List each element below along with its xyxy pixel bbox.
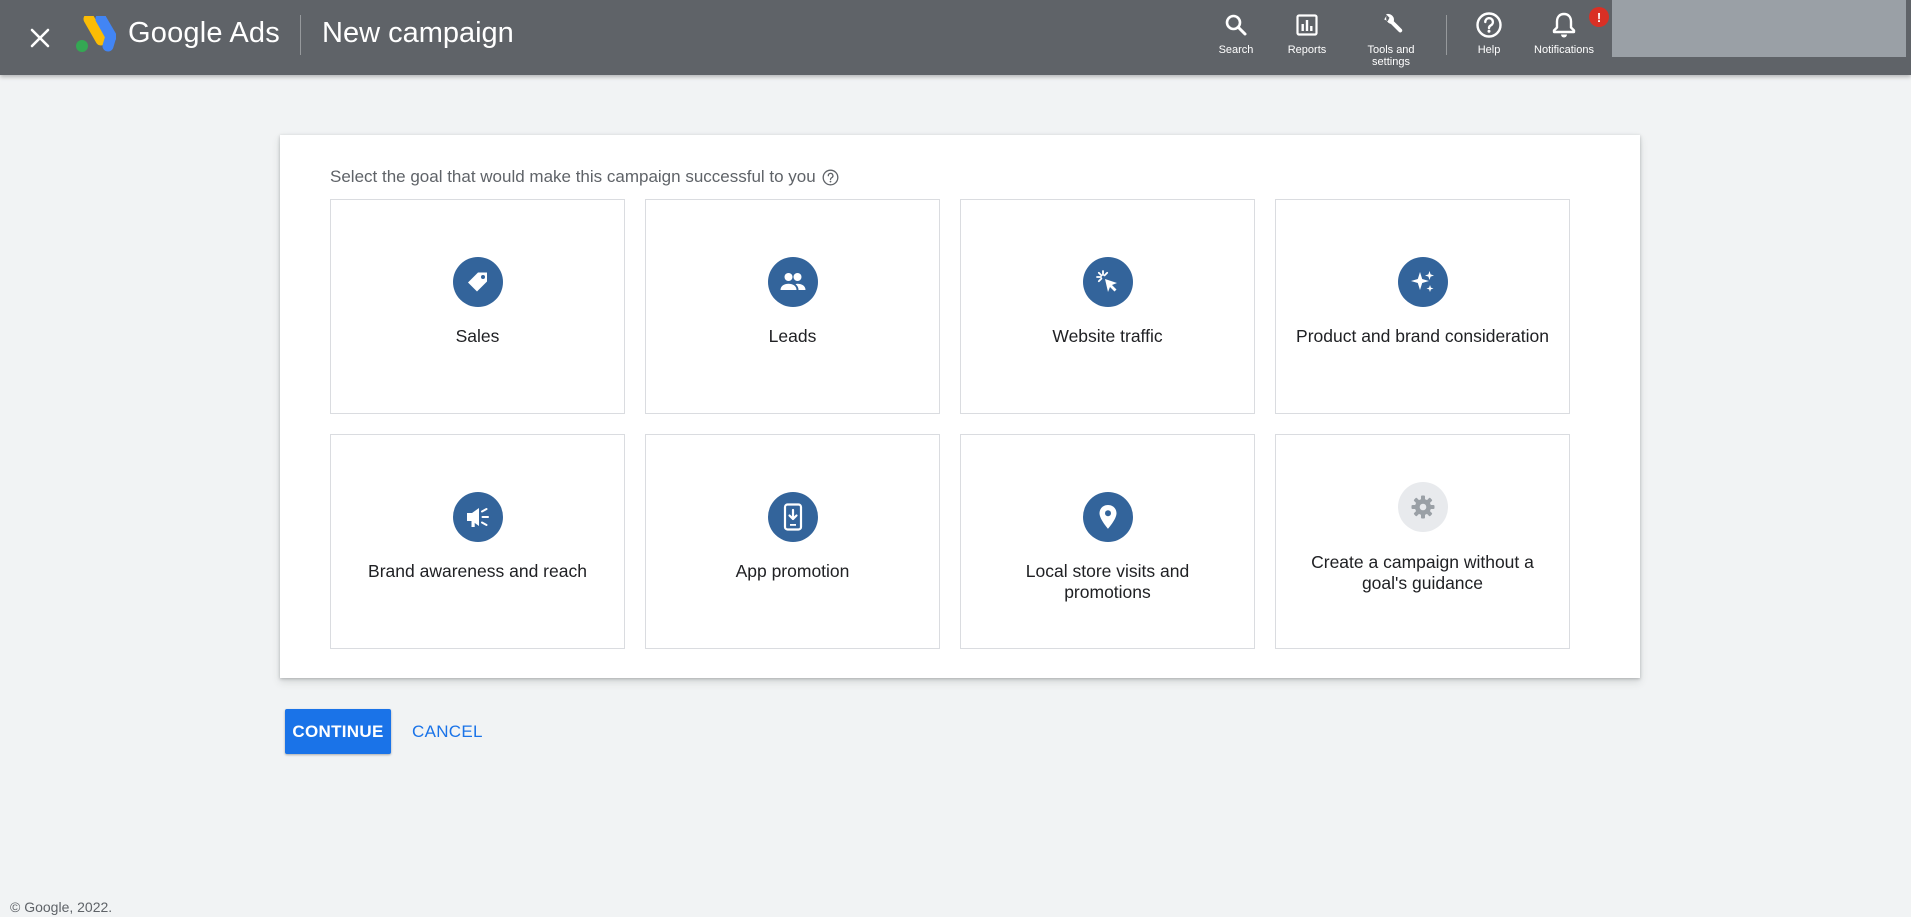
reports-icon (1292, 10, 1322, 40)
google-ads-logo-icon (76, 16, 116, 52)
tools-settings-button[interactable]: Tools and settings (1355, 10, 1427, 72)
goal-label: Local store visits and promotions (1025, 561, 1190, 602)
notification-badge: ! (1589, 7, 1609, 27)
goal-option-brand-awareness[interactable]: Brand awareness and reach (330, 434, 625, 649)
goal-option-app-promotion[interactable]: App promotion (645, 434, 940, 649)
goal-label: Sales (455, 326, 500, 346)
reports-label: Reports (1287, 44, 1327, 56)
bell-icon: ! (1549, 7, 1609, 40)
goal-option-sales[interactable]: Sales (330, 199, 625, 414)
megaphone-icon (452, 492, 503, 542)
brand-name: Google Ads (128, 17, 280, 49)
reports-button[interactable]: Reports (1271, 10, 1343, 72)
notifications-label: Notifications (1534, 44, 1594, 56)
wrench-icon (1376, 10, 1406, 40)
goal-label: Product and brand consideration (1296, 326, 1549, 346)
goal-prompt: Select the goal that would make this cam… (330, 167, 839, 187)
goal-option-product-brand-consideration[interactable]: Product and brand consideration (1275, 199, 1570, 414)
location-pin-icon (1082, 492, 1133, 542)
continue-button[interactable]: CONTINUE (285, 709, 391, 754)
help-button[interactable]: Help (1453, 10, 1525, 72)
top-app-bar: Google Ads New campaign Search Reports T… (0, 0, 1911, 75)
goal-option-no-guidance[interactable]: Create a campaign without a goal's guida… (1275, 434, 1570, 649)
search-icon (1221, 10, 1251, 40)
sparkle-icon (1397, 257, 1448, 307)
close-button[interactable] (22, 20, 58, 56)
tools-divider (1446, 15, 1447, 55)
tools-settings-label: Tools and settings (1367, 44, 1415, 68)
goal-label: App promotion (735, 561, 850, 581)
prompt-help-icon[interactable] (822, 169, 839, 186)
goal-selection-card: Select the goal that would make this cam… (280, 135, 1640, 678)
copyright-footer: © Google, 2022. (10, 899, 113, 915)
page-title: New campaign (322, 17, 514, 49)
close-icon (30, 28, 50, 48)
goal-option-website-traffic[interactable]: Website traffic (960, 199, 1255, 414)
goal-prompt-text: Select the goal that would make this cam… (330, 167, 816, 186)
search-button[interactable]: Search (1200, 10, 1272, 72)
people-icon (767, 257, 818, 307)
goal-label: Brand awareness and reach (368, 561, 587, 581)
goal-option-local-store-visits[interactable]: Local store visits and promotions (960, 434, 1255, 649)
goal-label: Website traffic (1052, 326, 1163, 346)
goal-label: Leads (768, 326, 817, 346)
goal-option-leads[interactable]: Leads (645, 199, 940, 414)
phone-download-icon (767, 492, 818, 542)
help-icon (1474, 10, 1504, 40)
notifications-button[interactable]: ! Notifications (1527, 7, 1609, 72)
cursor-click-icon (1082, 257, 1133, 307)
search-label: Search (1218, 44, 1254, 56)
header-divider (300, 15, 301, 55)
cancel-button[interactable]: CANCEL (402, 709, 493, 754)
help-label: Help (1477, 44, 1501, 56)
account-area[interactable] (1612, 0, 1906, 57)
tag-icon (452, 257, 503, 307)
goal-label: Create a campaign without a goal's guida… (1311, 552, 1534, 593)
gear-icon (1397, 482, 1448, 532)
